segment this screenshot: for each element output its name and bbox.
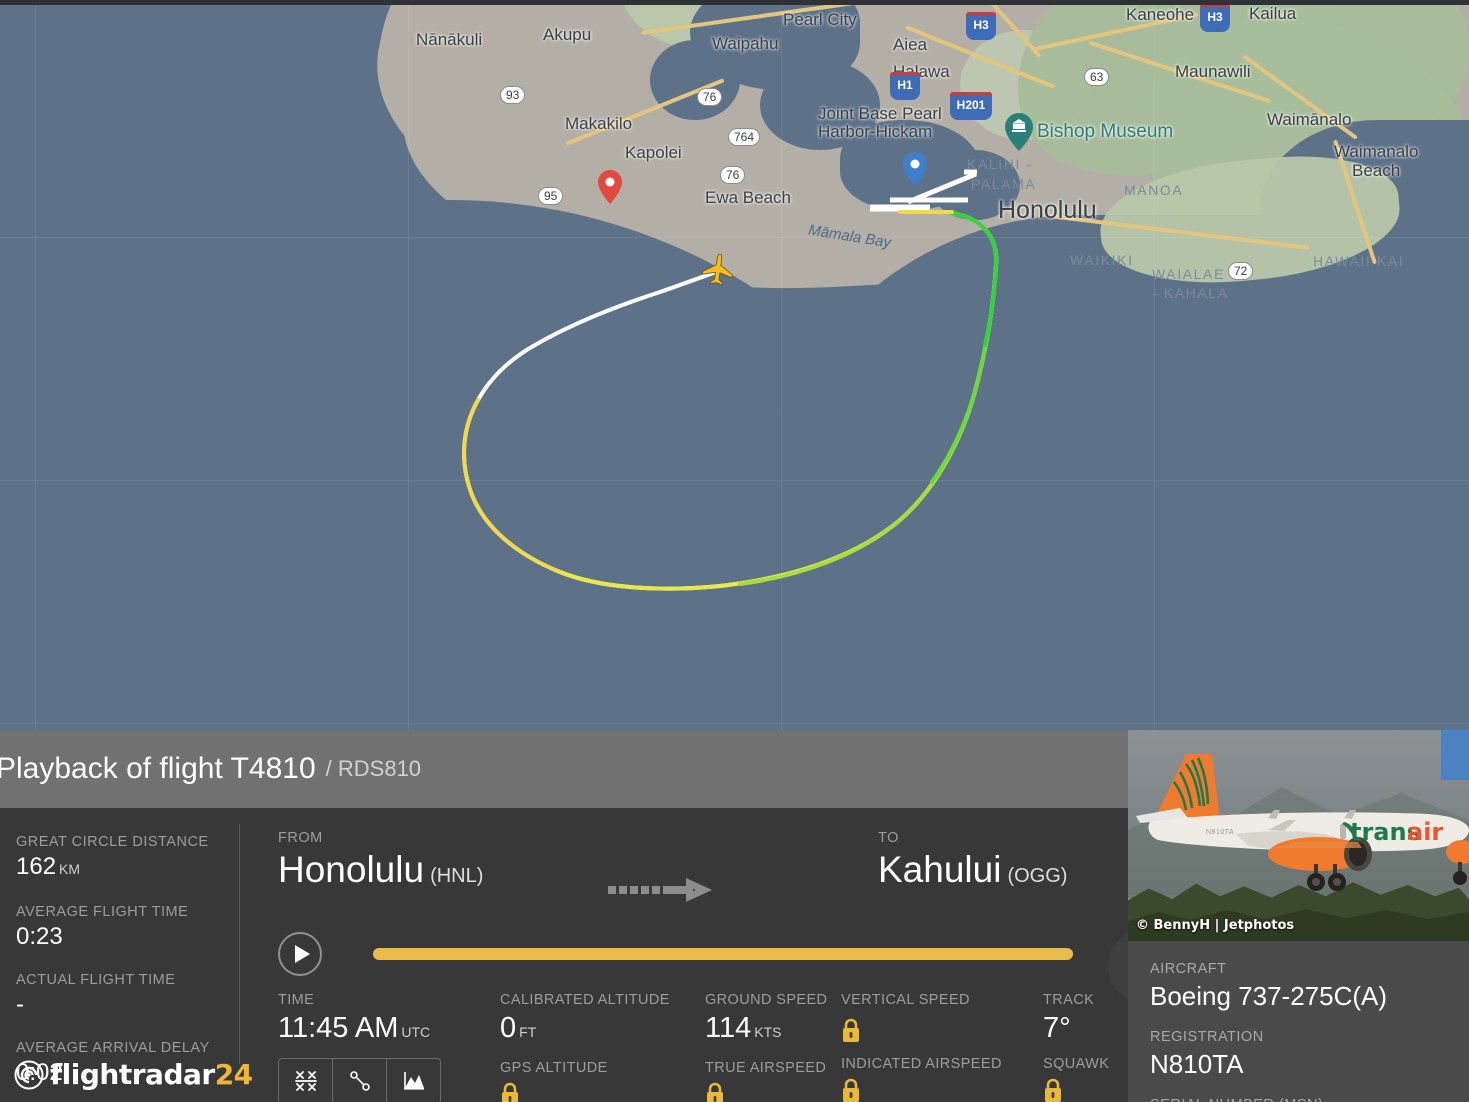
playback-progress-slider[interactable] [373,928,1184,1004]
gps-altitude-label: GPS ALTITUDE [500,1060,608,1076]
time-number: 11:45 AM [278,1012,399,1044]
photo-credit: © BennyH | Jetphotos [1136,918,1295,933]
map-top-strip [0,0,1469,5]
stat-label: AVERAGE FLIGHT TIME [16,904,189,920]
panel-divider [239,824,240,1064]
telemetry-ground-speed: GROUND SPEED 114 KTS TRUE AIRSPEED [705,990,827,1102]
route-destination[interactable]: TO Kahului (OGG) [878,830,1067,894]
flightradar24-playback-screen: Nānākuli Akupu Waipahu Pearl City Aiea Halawa… [0,0,1469,1102]
playback-controls [278,928,1184,1004]
true-airspeed-label: TRUE AIRSPEED [705,1060,827,1076]
stat-value: 162 KM [16,852,240,884]
aircraft-registration-row: REGISTRATION N810TA [1150,1027,1469,1081]
route-to-label: TO [878,830,899,846]
time-label: TIME [278,992,315,1008]
aircraft-illustration: N810TA trans air [1136,754,1469,891]
aircraft-type-row: AIRCRAFT Boeing 737-275C(A) [1150,959,1469,1013]
ground-speed-number: 114 [705,1012,752,1044]
aircraft-info-panel: N810TA trans air © BennyH | Jetphotos AI… [1128,730,1469,1102]
squawk-lock-icon[interactable] [1043,1078,1063,1102]
stat-unit: KM [59,861,81,877]
aircraft-type-label: AIRCRAFT [1150,961,1227,977]
aircraft-photo[interactable]: N810TA trans air © BennyH | Jetphotos [1128,730,1469,941]
aircraft-msn-row: SERIAL NUMBER (MSN) - [1150,1095,1469,1102]
squawk-label: SQUAWK [1043,1056,1110,1072]
route-origin[interactable]: FROM Honolulu (HNL) [278,830,483,894]
vertical-speed-value [841,1010,1002,1046]
route-view-button[interactable] [333,1059,387,1102]
telemetry-calibrated-altitude: CALIBRATED ALTITUDE 0 FT GPS ALTITUDE [500,990,670,1102]
true-airspeed-lock-icon[interactable] [705,1082,725,1102]
track-label: TRACK [1043,992,1095,1008]
stat-value: 0:23 [16,923,63,950]
map-canvas[interactable]: Nānākuli Akupu Waipahu Pearl City Aiea Halawa… [0,0,1469,730]
indicated-airspeed-label: INDICATED AIRSPEED [841,1056,1002,1072]
msn-label: SERIAL NUMBER (MSN) [1150,1095,1469,1102]
telemetry-vertical-speed: VERTICAL SPEED INDICATED AIRSPEED [841,990,1002,1102]
stat-number: 162 [16,853,57,880]
altitude-chart-icon [403,1072,424,1090]
vertical-speed-lock-icon[interactable] [841,1018,861,1043]
destination-code: (OGG) [1007,865,1068,887]
flightradar24-logo[interactable]: flightradar24 [14,1058,253,1091]
telemetry-time: TIME 11:45 AM UTC [278,990,441,1102]
route-to-row: Kahului (OGG) [878,846,1067,894]
telemetry-row: TIME 11:45 AM UTC CALIBRATED ALTITUDE 0 … [278,990,1118,1102]
calibrated-altitude-label: CALIBRATED ALTITUDE [500,992,670,1008]
page-title-callsign: / RDS810 [325,756,422,781]
stat-great-circle-distance: GREAT CIRCLE DISTANCE 162 KM [16,832,240,884]
collapse-button[interactable] [279,1059,333,1102]
gps-altitude-lock-icon[interactable] [500,1082,520,1102]
svg-text:air: air [1407,818,1443,846]
route-from-row: Honolulu (HNL) [278,846,483,894]
aircraft-details: AIRCRAFT Boeing 737-275C(A) REGISTRATION… [1128,941,1469,1102]
stat-value: - [16,991,24,1018]
play-icon [294,945,310,963]
ground-speed-value: 114 KTS [705,1010,827,1050]
aircraft-map-marker[interactable] [700,252,736,288]
calibrated-altitude-value: 0 FT [500,1010,670,1050]
telemetry-track: TRACK 7° SQUAWK [1043,990,1109,1102]
svg-text:N810TA: N810TA [1206,829,1234,836]
origin-city: Honolulu [278,849,425,890]
track-value: 7° [1043,1012,1071,1044]
route-icon [349,1071,370,1091]
view-toggle-group [278,1058,441,1102]
brand-name: flightradar [50,1058,215,1091]
route-from-label: FROM [278,830,323,846]
stat-label: AVERAGE ARRIVAL DELAY [16,1040,210,1056]
aircraft-type-value: Boeing 737-275C(A) [1150,981,1388,1011]
vertical-speed-label: VERTICAL SPEED [841,992,970,1008]
time-unit: UTC [401,1024,431,1040]
flightradar24-mark-icon [14,1060,44,1089]
calibrated-altitude-unit: FT [519,1024,537,1040]
ground-speed-label: GROUND SPEED [705,992,828,1008]
flight-track-path [462,210,999,591]
origin-code: (HNL) [430,865,484,887]
collapse-icon [294,1071,317,1091]
time-value: 11:45 AM UTC [278,1010,441,1050]
indicated-airspeed-lock-icon[interactable] [841,1078,861,1102]
registration-label: REGISTRATION [1150,1029,1264,1045]
flightradar24-wordmark: flightradar24 [50,1058,253,1091]
ground-speed-unit: KTS [754,1024,782,1040]
play-button[interactable] [278,932,322,976]
altitude-chart-button[interactable] [387,1059,440,1102]
brand-number: 24 [214,1058,253,1091]
route-header: FROM Honolulu (HNL) TO Kahului (OGG) [278,830,1098,940]
calibrated-altitude-number: 0 [500,1012,517,1044]
stat-actual-flight-time: ACTUAL FLIGHT TIME - [16,970,240,1020]
destination-city: Kahului [878,849,1002,890]
registration-value: N810TA [1150,1049,1244,1079]
stat-label: GREAT CIRCLE DISTANCE [16,834,209,850]
stat-label: ACTUAL FLIGHT TIME [16,972,176,988]
route-direction-arrow [608,878,712,902]
page-title: Playback of flight T4810 [0,752,316,785]
stat-average-flight-time: AVERAGE FLIGHT TIME 0:23 [16,902,240,952]
